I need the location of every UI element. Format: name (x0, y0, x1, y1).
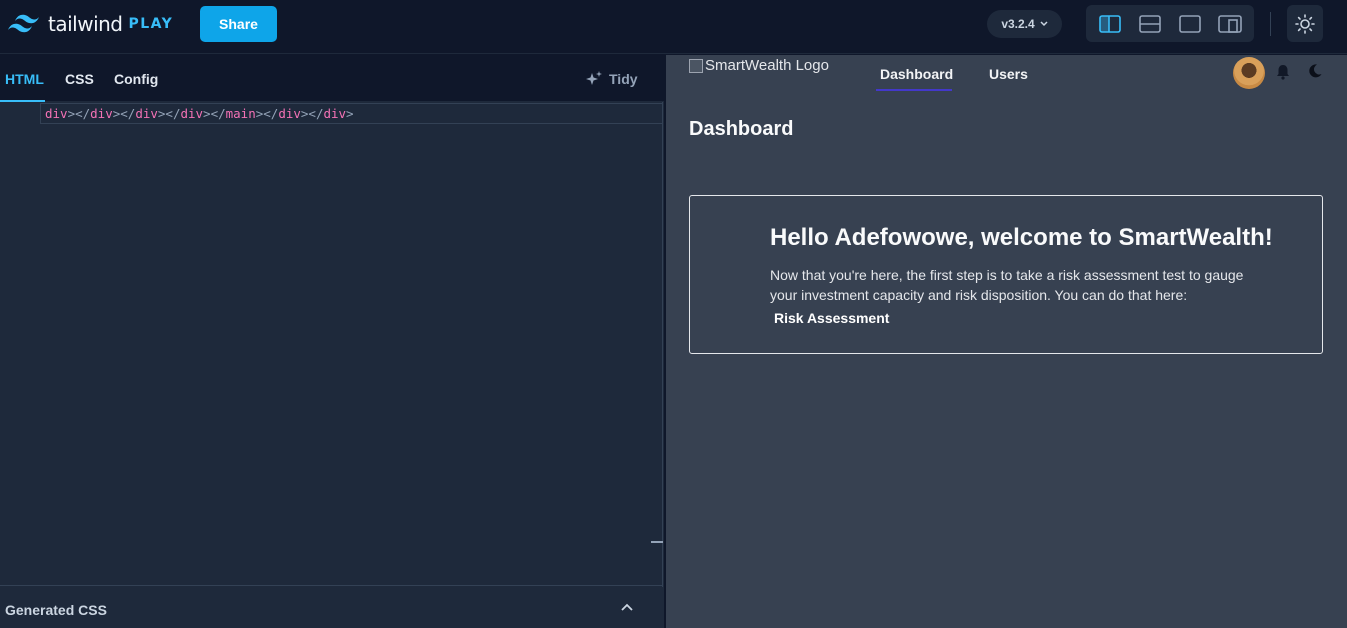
chevron-down-icon (1040, 21, 1048, 27)
vertical-split-icon (1099, 14, 1121, 33)
code-content[interactable]: div></div></div></div></main></div></div… (45, 106, 354, 121)
broken-image-icon (689, 58, 703, 73)
code-token: ></ (300, 106, 324, 121)
layout-responsive-button[interactable] (1213, 10, 1247, 38)
tailwind-logo-icon (8, 14, 39, 33)
code-token: ></ (157, 106, 181, 121)
code-token: div (323, 106, 347, 121)
tidy-label: Tidy (609, 71, 638, 87)
preview-panel: SmartWealth Logo Dashboard Users Dashboa… (666, 55, 1347, 628)
theme-toggle-button[interactable] (1287, 5, 1323, 42)
responsive-layout-icon (1218, 14, 1242, 33)
tab-html[interactable]: HTML (5, 71, 44, 87)
horizontal-split-icon (1139, 14, 1161, 33)
generated-css-label: Generated CSS (5, 602, 107, 618)
code-token: div (90, 106, 113, 121)
share-button[interactable]: Share (200, 6, 277, 42)
risk-assessment-link[interactable]: Risk Assessment (774, 310, 889, 326)
tab-css[interactable]: CSS (65, 71, 94, 87)
logo-play-label: PLAY (128, 16, 174, 32)
code-editor-panel: HTML CSS Config Tidy div></div></div></d… (0, 55, 664, 628)
code-token: ></ (112, 106, 136, 121)
code-token: ></ (255, 106, 279, 121)
code-token: ></ (203, 106, 226, 121)
active-tab-indicator (0, 100, 45, 102)
welcome-heading: Hello Adefowowe, welcome to SmartWealth! (770, 224, 1273, 251)
smartwealth-logo-image[interactable]: SmartWealth Logo (689, 57, 829, 74)
preview-only-icon (1179, 14, 1201, 33)
moon-icon[interactable] (1307, 63, 1323, 79)
editor-tab-bar: HTML CSS Config Tidy (0, 55, 664, 102)
tidy-button[interactable]: Tidy (585, 70, 638, 88)
welcome-card: Hello Adefowowe, welcome to SmartWealth!… (689, 195, 1323, 354)
nav-users[interactable]: Users (989, 66, 1028, 82)
sun-icon (1295, 13, 1315, 34)
layout-vertical-split-button[interactable] (1093, 10, 1127, 38)
version-select[interactable]: v3.2.4 (987, 10, 1062, 38)
nav-dashboard[interactable]: Dashboard (880, 66, 953, 82)
chevron-up-icon[interactable] (620, 602, 634, 612)
welcome-text: Now that you're here, the first step is … (770, 267, 1244, 303)
generated-css-panel[interactable]: Generated CSS (0, 585, 662, 628)
active-nav-indicator (876, 89, 952, 91)
layout-switcher (1086, 5, 1254, 42)
code-token: div (45, 106, 68, 121)
toolbar-divider (1270, 12, 1271, 36)
code-token: div (180, 106, 204, 121)
sparkles-icon (586, 71, 602, 85)
logo-wordmark: tailwind (48, 12, 123, 36)
editor-scrollbar[interactable] (662, 102, 663, 587)
code-token: div (278, 106, 301, 121)
version-label: v3.2.4 (1001, 17, 1035, 31)
code-token: ></ (67, 106, 91, 121)
code-token: > (346, 106, 354, 121)
code-token: main (225, 106, 256, 121)
top-bar: tailwind PLAY Share v3.2.4 (0, 0, 1347, 54)
tailwind-play-logo[interactable]: tailwind PLAY (6, 12, 173, 36)
code-token: div (135, 106, 158, 121)
tab-config[interactable]: Config (114, 71, 158, 87)
scroll-position-marker (651, 541, 663, 543)
bell-icon[interactable] (1276, 64, 1290, 80)
logo-alt-text: SmartWealth Logo (705, 57, 829, 74)
avatar[interactable] (1233, 57, 1265, 89)
page-title: Dashboard (689, 118, 794, 140)
layout-preview-only-button[interactable] (1173, 10, 1207, 38)
layout-horizontal-split-button[interactable] (1133, 10, 1167, 38)
